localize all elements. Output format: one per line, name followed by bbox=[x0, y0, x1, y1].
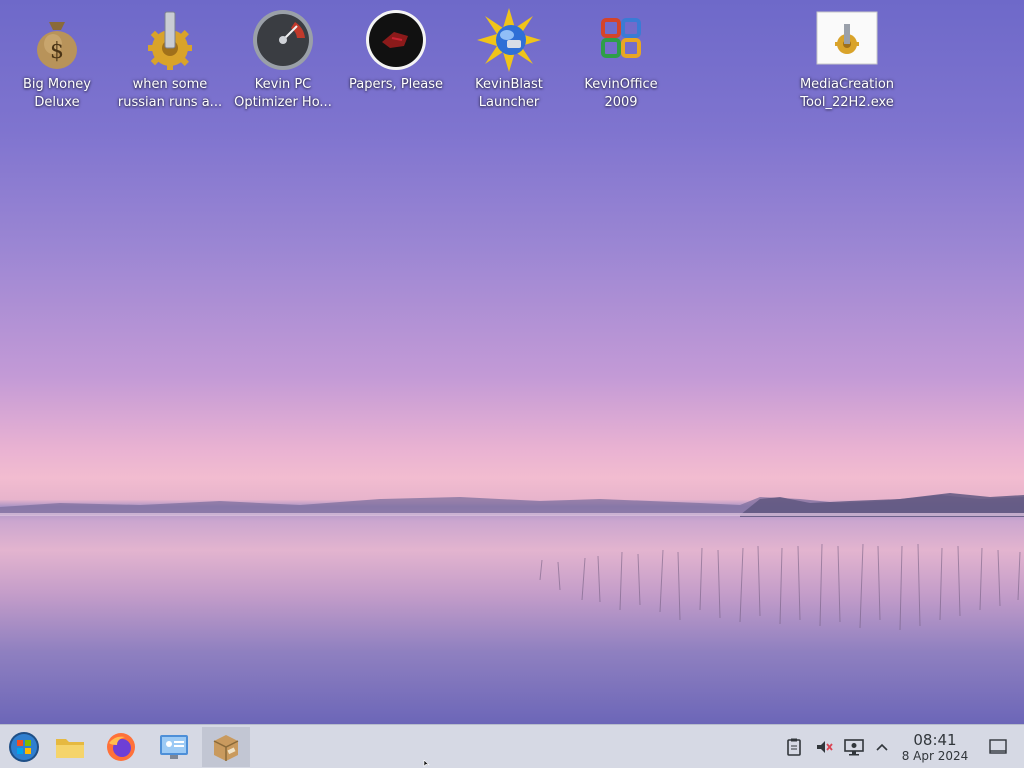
clock-date: 8 Apr 2024 bbox=[901, 749, 969, 763]
desktop-icon-label: KevinOffice 2009 bbox=[584, 77, 658, 110]
desktop-icon-mediacreationtool[interactable]: MediaCreation Tool_22H2.exe bbox=[791, 8, 903, 116]
desktop-icon-label: KevinBlast Launcher bbox=[475, 77, 543, 110]
desktop-icon-russian-runs[interactable]: when some russian runs a... bbox=[114, 8, 226, 116]
papers-please-icon bbox=[366, 10, 426, 70]
desktop-icon-papers-please[interactable]: Papers, Please bbox=[340, 8, 452, 116]
desktop-icon-kevinoffice-2009[interactable]: KevinOffice 2009 bbox=[565, 8, 677, 116]
wallpaper-hills bbox=[0, 493, 1024, 517]
desktop-icon-label: Papers, Please bbox=[348, 77, 444, 92]
exe-file-icon bbox=[816, 11, 878, 65]
svg-text:$: $ bbox=[50, 39, 64, 64]
office-logo-icon bbox=[601, 18, 641, 58]
show-desktop-icon[interactable] bbox=[988, 737, 1008, 757]
taskbar-file-explorer[interactable] bbox=[46, 727, 94, 767]
desktop-icon-kevin-pc-optimizer[interactable]: Kevin PC Optimizer Ho... bbox=[227, 8, 339, 116]
desktop-icon-kevinblast-launcher[interactable]: KevinBlast Launcher bbox=[453, 8, 565, 116]
taskbar: 08:41 8 Apr 2024 bbox=[0, 724, 1024, 768]
desktop-icon-label: Big Money Deluxe bbox=[22, 77, 91, 110]
folder-icon bbox=[56, 739, 84, 758]
volume-muted-icon[interactable] bbox=[814, 737, 834, 757]
clipboard-icon[interactable] bbox=[784, 737, 804, 757]
wallpaper-reeds bbox=[539, 543, 1021, 631]
mouse-cursor bbox=[423, 760, 430, 768]
desktop-icon-label: Kevin PC Optimizer Ho... bbox=[234, 77, 332, 110]
package-icon bbox=[213, 735, 239, 761]
clock-time: 08:41 bbox=[913, 731, 957, 749]
taskbar-firefox[interactable] bbox=[97, 727, 145, 767]
chevron-up-icon[interactable] bbox=[872, 737, 892, 757]
network-icon[interactable] bbox=[844, 737, 864, 757]
starburst-globe-icon bbox=[477, 8, 541, 72]
desktop-icon-label: when some russian runs a... bbox=[117, 77, 223, 110]
firefox-icon bbox=[107, 733, 135, 761]
taskbar-control-panel[interactable] bbox=[150, 727, 198, 767]
start-button[interactable] bbox=[0, 727, 48, 767]
desktop-icon-big-money-deluxe[interactable]: $ Big Money Deluxe bbox=[1, 8, 113, 116]
clock[interactable]: 08:41 8 Apr 2024 bbox=[898, 731, 972, 763]
speedometer-icon bbox=[253, 10, 313, 70]
taskbar-package-app[interactable] bbox=[202, 727, 250, 767]
money-bag-icon: $ bbox=[37, 22, 77, 69]
desktop-icon-label: MediaCreation Tool_22H2.exe bbox=[799, 77, 895, 110]
start-orb-icon bbox=[9, 732, 39, 762]
control-panel-icon bbox=[160, 735, 188, 759]
gear-icon bbox=[148, 11, 192, 70]
desktop[interactable]: $ Big Money Deluxe when some russian run… bbox=[0, 0, 1024, 724]
